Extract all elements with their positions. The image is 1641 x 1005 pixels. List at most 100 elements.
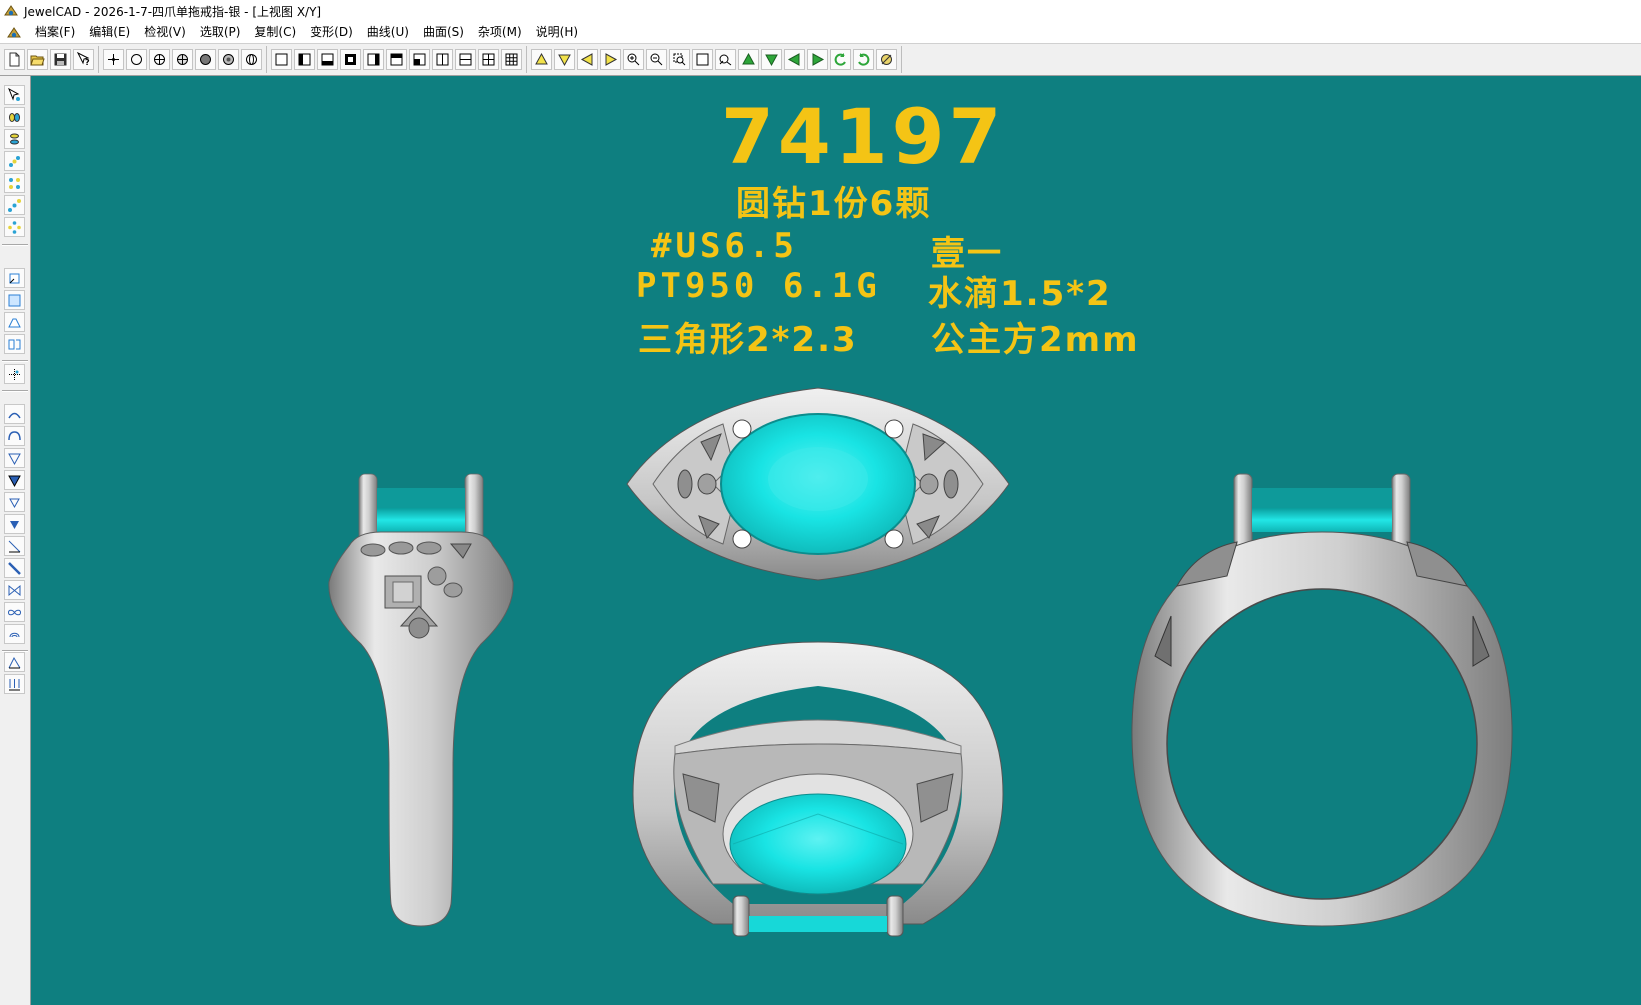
ring-profile-view — [1131, 473, 1513, 927]
profile-view-icon[interactable] — [4, 312, 25, 332]
left-toolbar-divider — [2, 360, 28, 362]
measure-icon[interactable] — [4, 652, 25, 672]
view-full-icon[interactable] — [340, 49, 361, 70]
new-file-icon[interactable] — [4, 49, 25, 70]
ring-top-view — [626, 387, 1010, 581]
slant-line-icon[interactable] — [4, 536, 25, 556]
target-icon[interactable] — [149, 49, 170, 70]
grid-nine-icon[interactable] — [501, 49, 522, 70]
snap-point-icon[interactable] — [103, 49, 124, 70]
app-logo-icon — [4, 5, 18, 16]
frame-view-icon[interactable] — [4, 290, 25, 310]
spiral-icon[interactable] — [4, 624, 25, 644]
select-diagonal-icon[interactable] — [4, 195, 25, 215]
menu-curve[interactable]: 曲线(U) — [360, 22, 416, 43]
metal-weight-label: PT950 6.1G — [636, 266, 881, 306]
rotate-cw-icon[interactable] — [853, 49, 874, 70]
arrow-down-triple-icon[interactable] — [4, 674, 25, 694]
pan-icon[interactable] — [715, 49, 736, 70]
file-toolbar-group: ? — [0, 46, 99, 73]
triangle-outline-icon[interactable] — [4, 448, 25, 468]
arrow-left-icon[interactable] — [577, 49, 598, 70]
rotate-left-icon[interactable] — [784, 49, 805, 70]
view-left-icon[interactable] — [294, 49, 315, 70]
triangle-stone-label: 三角形2*2.3 — [638, 320, 858, 360]
menu-deform[interactable]: 变形(D) — [303, 22, 360, 43]
menu-copy[interactable]: 复制(C) — [247, 22, 303, 43]
triangle-solid-icon[interactable] — [4, 514, 25, 534]
select-pointer-icon[interactable] — [4, 85, 25, 105]
rect-view-icon[interactable] — [4, 268, 25, 288]
arrow-up-icon[interactable] — [531, 49, 552, 70]
zoom-window-icon[interactable] — [669, 49, 690, 70]
ring-size-label: #US6.5 — [651, 226, 798, 266]
zoom-in-icon[interactable] — [623, 49, 644, 70]
rotate-right-icon[interactable] — [807, 49, 828, 70]
grid-four-icon[interactable] — [478, 49, 499, 70]
nav-toolbar-group — [527, 46, 902, 73]
crosshair-circle-icon[interactable] — [172, 49, 193, 70]
rotate-up-icon[interactable] — [738, 49, 759, 70]
rotate-ccw-icon[interactable] — [830, 49, 851, 70]
menu-surface[interactable]: 曲面(S) — [416, 22, 471, 43]
point-edit-icon[interactable] — [4, 364, 25, 384]
stone-summary-label: 圆钻1份6颗 — [736, 184, 932, 224]
select-ring-icon[interactable] — [4, 217, 25, 237]
menu-file[interactable]: 档案(F) — [28, 22, 82, 43]
view-box-icon[interactable] — [271, 49, 292, 70]
rotate-down-icon[interactable] — [761, 49, 782, 70]
ring-side-view — [328, 473, 514, 927]
bowtie-icon[interactable] — [4, 580, 25, 600]
document-menu-icon[interactable] — [6, 25, 22, 41]
arrow-down-icon[interactable] — [554, 49, 575, 70]
left-toolbar-divider — [2, 390, 28, 392]
svg-text:?: ? — [85, 58, 90, 67]
wire-sphere-icon[interactable] — [241, 49, 262, 70]
menu-misc[interactable]: 杂项(M) — [471, 22, 529, 43]
display-toolbar-group — [99, 46, 267, 73]
select-stack-icon[interactable] — [4, 129, 25, 149]
pear-stone-label: 水滴1.5*2 — [928, 274, 1112, 314]
split-horizontal-icon[interactable] — [455, 49, 476, 70]
select-pair-icon[interactable] — [4, 107, 25, 127]
save-icon[interactable] — [50, 49, 71, 70]
split-vertical-icon[interactable] — [432, 49, 453, 70]
main-toolbar: ? — [0, 44, 1641, 76]
view-top-icon[interactable] — [386, 49, 407, 70]
filled-circle-icon[interactable] — [195, 49, 216, 70]
select-grid-icon[interactable] — [4, 173, 25, 193]
menu-view[interactable]: 检视(V) — [137, 22, 193, 43]
triangle-fill-icon[interactable] — [4, 470, 25, 490]
view-bottom-icon[interactable] — [317, 49, 338, 70]
left-toolbar — [0, 76, 31, 1005]
view-right-icon[interactable] — [363, 49, 384, 70]
zoom-fit-icon[interactable] — [692, 49, 713, 70]
menu-select[interactable]: 选取(P) — [193, 22, 248, 43]
mirror-view-icon[interactable] — [4, 334, 25, 354]
ring-front-view — [632, 641, 1004, 937]
curve-loop-icon[interactable] — [4, 426, 25, 446]
render-icon[interactable] — [876, 49, 897, 70]
select-chain-icon[interactable] — [4, 151, 25, 171]
view-corner-icon[interactable] — [409, 49, 430, 70]
arrow-right-icon[interactable] — [600, 49, 621, 70]
view-toolbar-group — [267, 46, 527, 73]
open-file-icon[interactable] — [27, 49, 48, 70]
slant-bold-icon[interactable] — [4, 558, 25, 578]
left-toolbar-divider — [2, 244, 28, 246]
triangle-small-icon[interactable] — [4, 492, 25, 512]
zoom-out-icon[interactable] — [646, 49, 667, 70]
menu-help[interactable]: 说明(H) — [529, 22, 585, 43]
window-title: JewelCAD - 2026-1-7-四爪单拖戒指-银 - [上视图 X/Y] — [24, 4, 322, 19]
title-bar: JewelCAD - 2026-1-7-四爪单拖戒指-银 - [上视图 X/Y] — [0, 0, 1641, 23]
menu-edit[interactable]: 编辑(E) — [82, 22, 137, 43]
infinity-icon[interactable] — [4, 602, 25, 622]
model-number-label: 74197 — [721, 92, 1006, 181]
help-pointer-icon[interactable]: ? — [73, 49, 94, 70]
circle-icon[interactable] — [126, 49, 147, 70]
top-view-viewport[interactable]: 74197 圆钻1份6颗 #US6.5 壹一 PT950 6.1G 水滴1.5*… — [31, 76, 1641, 1005]
menu-bar: 档案(F) 编辑(E) 检视(V) 选取(P) 复制(C) 变形(D) 曲线(U… — [0, 22, 1641, 44]
princess-stone-label: 公主方2mm — [931, 320, 1140, 360]
shaded-circle-icon[interactable] — [218, 49, 239, 70]
curve-arc-icon[interactable] — [4, 404, 25, 424]
